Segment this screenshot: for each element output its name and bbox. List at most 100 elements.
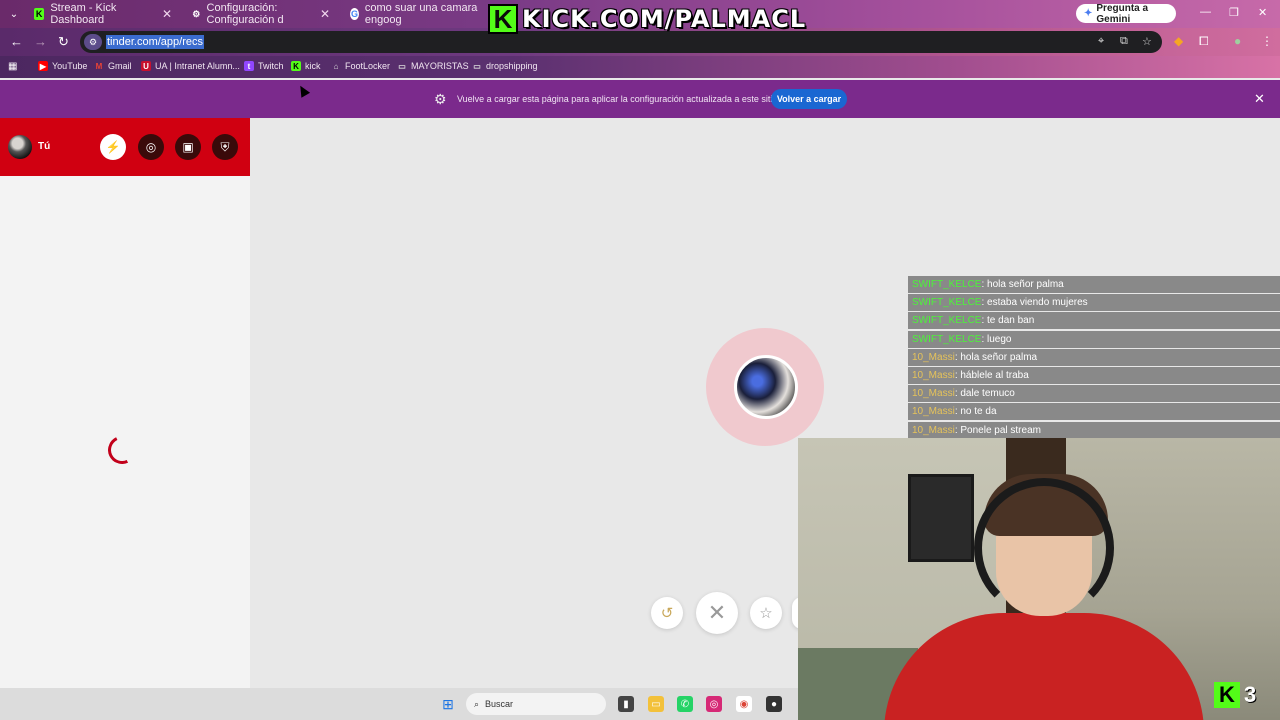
ask-gemini-button[interactable]: ✦ Pregunta a Gemini xyxy=(1076,2,1176,25)
close-icon[interactable]: ✕ xyxy=(162,7,172,21)
chrome-icon[interactable]: ◉ xyxy=(736,696,752,712)
twitch-icon: t xyxy=(244,61,254,71)
nope-x-icon[interactable]: ✕ xyxy=(696,592,738,634)
site-settings-icon[interactable]: ⚙ xyxy=(84,34,102,50)
kick-icon: K xyxy=(34,8,45,20)
super-like-star-icon[interactable]: ☆ xyxy=(750,597,782,629)
chat-username: SWIFT_KELCE xyxy=(912,333,982,345)
chat-message: 10_Massi : Ponele pal stream xyxy=(908,421,1280,439)
viewer-count: 3 xyxy=(1244,682,1257,707)
bookmark-folder-mayoristas[interactable]: ▭ MAYORISTAS xyxy=(397,61,469,71)
chat-text: : no te da xyxy=(954,406,997,418)
chat-text: : estaba viendo mujeres xyxy=(981,297,1088,309)
shield-icon: U xyxy=(141,61,151,71)
bookmark-twitch[interactable]: t Twitch xyxy=(244,61,284,71)
bookmark-kick[interactable]: K kick xyxy=(291,61,321,71)
search-icon: ⌕ xyxy=(474,698,480,709)
chat-text: : hola señor palma xyxy=(954,351,1038,363)
stream-chat-overlay: SWIFT_KELCE : hola señor palma SWIFT_KEL… xyxy=(908,276,1280,440)
chat-username: 10_Massi xyxy=(912,369,955,381)
chat-message: 10_Massi : háblele al traba xyxy=(908,366,1280,384)
bookmark-gmail[interactable]: M Gmail xyxy=(94,61,132,71)
windows-taskbar: ⊞ ⌕ Buscar ▮ ▭ ✆ ◎ ◉ ● xyxy=(0,688,798,720)
avatar[interactable] xyxy=(8,135,32,159)
bookmark-footlocker[interactable]: ⌂ FootLocker xyxy=(331,61,390,71)
search-placeholder: Buscar xyxy=(485,699,514,709)
tab-kick-dashboard[interactable]: K Stream - Kick Dashboard ✕ xyxy=(26,2,180,26)
webcam-overlay: K 3 xyxy=(798,438,1280,720)
chat-username: SWIFT_KELCE xyxy=(912,297,982,309)
bookmarks-bar: ▦ ▶ YouTube M Gmail U UA | Intranet Alum… xyxy=(0,56,1280,78)
infobar-message: Vuelve a cargar esta página para aplicar… xyxy=(457,94,778,104)
back-icon[interactable]: ← xyxy=(10,34,23,49)
youtube-icon: ▶ xyxy=(38,61,48,71)
kick-viewer-count: K 3 xyxy=(1214,682,1256,708)
tab-search-chevron-icon[interactable]: ⌄ xyxy=(6,6,22,22)
chat-message: SWIFT_KELCE : luego xyxy=(908,330,1280,348)
extensions-puzzle-icon[interactable]: ⧠ xyxy=(1199,34,1209,49)
apps-grid-icon[interactable]: ▦ xyxy=(8,61,17,72)
webcam-picture-frame xyxy=(908,474,974,562)
gmail-icon: M xyxy=(95,61,103,71)
close-infobar-icon[interactable]: ✕ xyxy=(1254,91,1265,107)
whatsapp-icon[interactable]: ✆ xyxy=(677,696,693,712)
folder-icon: ▭ xyxy=(473,61,481,71)
gear-icon: ⚙ xyxy=(192,8,201,19)
windows-start-icon[interactable]: ⊞ xyxy=(440,696,456,712)
bookmark-label: kick xyxy=(305,61,321,71)
bookmark-ua-intranet[interactable]: U UA | Intranet Alumn... xyxy=(141,61,240,71)
chat-username: 10_Massi xyxy=(912,406,955,418)
chat-message: 10_Massi : hola señor palma xyxy=(908,348,1280,366)
headset-icon xyxy=(974,478,1114,618)
explore-compass-icon[interactable]: ◎ xyxy=(138,134,164,160)
chat-username: 10_Massi xyxy=(912,424,955,436)
url-text[interactable]: tinder.com/app/recs xyxy=(106,35,204,49)
chat-message: SWIFT_KELCE : hola señor palma xyxy=(908,276,1280,293)
install-app-icon[interactable]: ⧉ xyxy=(1120,35,1128,48)
bookmark-label: MAYORISTAS xyxy=(411,61,469,71)
tab-configuracion[interactable]: ⚙ Configuración: Configuración d ✕ xyxy=(184,2,338,26)
tinder-sidebar: Tú ⚡ ◎ ▣ ⛨ xyxy=(0,118,250,688)
tab-google-search[interactable]: G como suar una camara engoog xyxy=(342,2,486,26)
rewind-icon[interactable]: ↺ xyxy=(651,597,683,629)
reload-icon[interactable]: ↻ xyxy=(58,34,69,50)
profile-name[interactable]: Tú xyxy=(38,141,50,152)
boost-bolt-icon[interactable]: ⚡ xyxy=(100,134,126,160)
gemini-sparkle-icon: ✦ xyxy=(1084,8,1093,19)
briefcase-icon[interactable]: ▣ xyxy=(175,134,201,160)
task-view-icon[interactable]: ▮ xyxy=(618,696,634,712)
tab-title: Configuración: Configuración d xyxy=(206,2,284,26)
bookmark-label: FootLocker xyxy=(345,61,391,71)
file-explorer-icon[interactable]: ▭ xyxy=(648,696,664,712)
bookmark-star-icon[interactable]: ☆ xyxy=(1142,35,1152,48)
chat-username: 10_Massi xyxy=(912,388,955,400)
minimize-icon[interactable]: — xyxy=(1200,6,1211,18)
obs-icon[interactable]: ● xyxy=(766,696,782,712)
location-icon[interactable]: ⌖ xyxy=(1098,35,1104,48)
taskbar-search[interactable]: ⌕ Buscar xyxy=(466,693,606,715)
close-icon[interactable]: ✕ xyxy=(320,7,330,21)
chat-username: SWIFT_KELCE xyxy=(912,315,982,327)
chat-text: : hola señor palma xyxy=(981,279,1064,290)
menu-kebab-icon[interactable]: ⋮ xyxy=(1261,34,1273,48)
chat-text: : háblele al traba xyxy=(954,369,1029,381)
safety-shield-icon[interactable]: ⛨ xyxy=(212,134,238,160)
restore-icon[interactable]: ❐ xyxy=(1229,6,1239,19)
forward-icon[interactable]: → xyxy=(34,34,47,49)
bookmark-label: Gmail xyxy=(108,61,132,71)
bookmark-youtube[interactable]: ▶ YouTube xyxy=(38,61,87,71)
instagram-icon[interactable]: ◎ xyxy=(706,696,722,712)
footlocker-icon: ⌂ xyxy=(333,61,339,71)
sidebar-header: Tú ⚡ ◎ ▣ ⛨ xyxy=(0,118,250,176)
reload-page-button[interactable]: Volver a cargar xyxy=(771,89,847,109)
bookmark-folder-dropshipping[interactable]: ▭ dropshipping xyxy=(472,61,537,71)
extension-fox-icon[interactable]: ◆ xyxy=(1174,34,1183,48)
chat-text: : dale temuco xyxy=(954,388,1015,400)
tab-title: como suar una camara engoog xyxy=(364,2,478,26)
profile-avatar-icon[interactable]: ● xyxy=(1234,34,1241,48)
kick-icon: K xyxy=(1214,682,1240,708)
close-window-icon[interactable]: ✕ xyxy=(1258,6,1267,19)
gemini-label: Pregunta a Gemini xyxy=(1096,2,1149,25)
chat-text: : luego xyxy=(981,333,1012,345)
chat-message: 10_Massi : dale temuco xyxy=(908,385,1280,403)
